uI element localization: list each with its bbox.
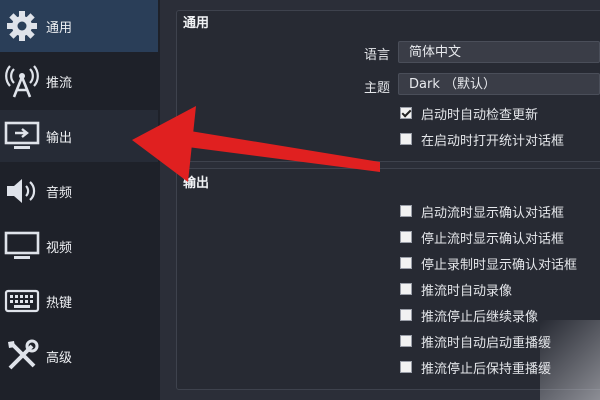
keyboard-icon — [2, 281, 42, 321]
checkbox-label: 启动流时显示确认对话框 — [421, 205, 565, 221]
checkbox-label: 停止流时显示确认对话框 — [421, 231, 565, 247]
theme-select[interactable]: Dark （默认） — [398, 73, 600, 95]
output-option-0[interactable]: 启动流时显示确认对话框 — [400, 202, 565, 221]
checkbox[interactable] — [400, 361, 412, 373]
output-option-6[interactable]: 推流停止后保持重播缓 — [400, 358, 552, 377]
checkbox[interactable] — [400, 283, 412, 295]
sidebar-item-audio[interactable]: 音频 — [0, 165, 158, 217]
checkbox-label: 推流停止后保持重播缓 — [421, 361, 552, 377]
sidebar-item-label: 通用 — [46, 20, 73, 36]
output-option-1[interactable]: 停止流时显示确认对话框 — [400, 228, 565, 247]
sidebar-item-label: 高级 — [46, 350, 73, 366]
checkbox-label: 推流时自动启动重播缓 — [421, 335, 552, 351]
checkbox-label: 推流停止后继续录像 — [421, 309, 539, 325]
output-option-4[interactable]: 推流停止后继续录像 — [400, 306, 539, 325]
monitor-output-icon — [2, 116, 42, 156]
checkbox[interactable] — [400, 231, 412, 243]
tools-icon — [2, 336, 42, 376]
sidebar-item-general[interactable]: 通用 — [0, 0, 158, 52]
output-option-3[interactable]: 推流时自动录像 — [400, 280, 513, 299]
speaker-icon — [2, 171, 42, 211]
sidebar-item-advanced[interactable]: 高级 — [0, 330, 158, 382]
checkbox-label: 启动时自动检查更新 — [421, 107, 539, 123]
output-option-2[interactable]: 停止录制时显示确认对话框 — [400, 254, 578, 273]
check-updates-checkbox[interactable]: 启动时自动检查更新 — [400, 104, 539, 123]
language-label: 语言 — [363, 48, 390, 63]
sidebar-item-video[interactable]: 视频 — [0, 220, 158, 272]
checkbox-label: 推流时自动录像 — [421, 283, 513, 299]
checkbox-checked[interactable] — [400, 107, 412, 119]
sidebar-item-hotkeys[interactable]: 热键 — [0, 275, 158, 327]
sidebar-item-label: 推流 — [46, 75, 73, 91]
sidebar-item-label: 音频 — [46, 185, 73, 201]
output-option-5[interactable]: 推流时自动启动重播缓 — [400, 332, 552, 351]
checkbox-label: 在启动时打开统计对话框 — [421, 133, 565, 149]
checkbox[interactable] — [400, 205, 412, 217]
settings-sidebar: 通用 推流 输出 音频 视频 热键 高级 — [0, 0, 160, 400]
open-stats-checkbox[interactable]: 在启动时打开统计对话框 — [400, 130, 565, 149]
sidebar-item-label: 输出 — [46, 130, 73, 146]
sidebar-item-stream[interactable]: 推流 — [0, 55, 158, 107]
checkbox-label: 停止录制时显示确认对话框 — [421, 257, 578, 273]
monitor-icon — [2, 226, 42, 266]
checkbox[interactable] — [400, 335, 412, 347]
gear-icon — [2, 6, 42, 46]
theme-label: 主题 — [363, 81, 390, 96]
corner-fade-overlay — [540, 320, 600, 400]
general-group-title: 通用 — [183, 16, 210, 31]
sidebar-item-label: 视频 — [46, 240, 73, 256]
checkbox[interactable] — [400, 257, 412, 269]
checkbox[interactable] — [400, 133, 412, 145]
broadcast-antenna-icon — [2, 61, 42, 101]
sidebar-item-label: 热键 — [46, 295, 73, 311]
sidebar-item-output[interactable]: 输出 — [0, 110, 158, 162]
checkbox[interactable] — [400, 309, 412, 321]
output-group-title: 输出 — [183, 176, 210, 191]
language-select[interactable]: 简体中文 — [398, 41, 600, 63]
